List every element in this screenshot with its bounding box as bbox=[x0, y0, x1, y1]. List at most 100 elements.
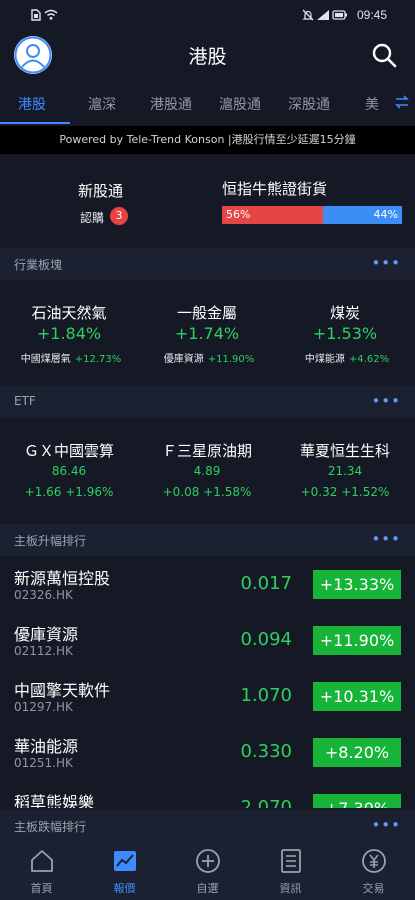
swap-arrows-icon[interactable] bbox=[393, 93, 411, 111]
stock-price: 0.017 bbox=[240, 573, 292, 594]
leading-stock: 中國煤層氣 +12.73% bbox=[8, 350, 134, 365]
etf-change-pct: +1.96% bbox=[65, 485, 114, 499]
market-tabs: 港股 滬深 港股通 滬股通 深股通 美 bbox=[0, 84, 415, 124]
stock-code: 01251.HK bbox=[14, 756, 73, 770]
change-badge: +8.20% bbox=[313, 738, 401, 767]
ipo-count-badge: 3 bbox=[110, 207, 128, 225]
change-badge: +13.33% bbox=[313, 570, 401, 599]
leading-stock: 中煤能源 +4.62% bbox=[284, 350, 410, 365]
stock-name: 稻草熊娛樂 bbox=[14, 793, 95, 808]
etf-change: +0.08 +1.58% bbox=[138, 485, 276, 499]
tab-shanghai-shenzhen[interactable]: 滬深 bbox=[88, 94, 116, 114]
etf-change-value: +1.66 bbox=[24, 485, 62, 499]
bull-segment: 56% bbox=[222, 206, 323, 224]
stock-price: 1.070 bbox=[240, 685, 292, 706]
market-summary: 新股通 認購 3 恒指牛熊證街貨 56% 44% bbox=[0, 160, 415, 246]
more-button[interactable]: ••• bbox=[371, 816, 401, 834]
etf-change-value: +0.32 bbox=[300, 485, 338, 499]
nav-label: 資訊 bbox=[279, 882, 302, 895]
etf-price: 86.46 bbox=[51, 464, 87, 478]
nav-trade[interactable]: 交易 bbox=[332, 842, 415, 900]
stock-code: 01297.HK bbox=[14, 700, 73, 714]
list-item[interactable]: 優庫資源 02112.HK 0.094 +11.90% bbox=[0, 612, 415, 668]
bottom-nav: 首頁 報價 自選 資訊 交易 bbox=[0, 842, 415, 900]
delay-notice-banner: Powered by Tele-Trend Konson |港股行情至少延遲15… bbox=[0, 126, 415, 154]
battery-icon bbox=[332, 10, 347, 20]
tab-shenzhen-connect[interactable]: 深股通 bbox=[288, 94, 330, 114]
status-bar: 09:45 bbox=[0, 0, 415, 30]
change-badge: +11.90% bbox=[313, 626, 401, 655]
industry-change: +1.84% bbox=[36, 324, 102, 343]
tab-shanghai-connect[interactable]: 滬股通 bbox=[219, 94, 261, 114]
nav-watchlist[interactable]: 自選 bbox=[166, 842, 249, 900]
bull-bear-ratio-bar[interactable]: 56% 44% bbox=[222, 206, 402, 224]
list-item[interactable]: 中國擎天軟件 01297.HK 1.070 +10.31% bbox=[0, 668, 415, 724]
change-badge: +7.30% bbox=[313, 794, 401, 808]
industry-change: +1.53% bbox=[312, 324, 378, 343]
more-button[interactable]: ••• bbox=[371, 392, 401, 410]
stock-code: 02326.HK bbox=[14, 588, 73, 602]
active-tab-indicator bbox=[0, 122, 70, 124]
leading-stock-name: 優庫資源 bbox=[163, 354, 204, 365]
leading-stock-name: 中國煤層氣 bbox=[20, 354, 71, 365]
etf-change: +1.66 +1.96% bbox=[0, 485, 138, 499]
etf-change-value: +0.08 bbox=[162, 485, 200, 499]
change-badge: +10.31% bbox=[313, 682, 401, 711]
etf-card[interactable]: ＧＸ中國雲算 86.46 +1.66 +1.96% bbox=[0, 420, 138, 520]
nav-label: 自選 bbox=[196, 882, 219, 895]
section-header-industry: 行業板塊 ••• bbox=[0, 248, 415, 280]
home-icon bbox=[31, 850, 53, 872]
etf-card[interactable]: Ｆ三星原油期 4.89 +0.08 +1.58% bbox=[138, 420, 276, 520]
etf-cards: ＧＸ中國雲算 86.46 +1.66 +1.96% Ｆ三星原油期 4.89 +0… bbox=[0, 420, 415, 520]
industry-card[interactable]: 石油天然氣 +1.84% 中國煤層氣 +12.73% bbox=[0, 282, 138, 382]
yen-coin-icon bbox=[362, 849, 386, 873]
add-circle-icon bbox=[196, 849, 220, 873]
section-title: 行業板塊 bbox=[14, 258, 63, 272]
stock-name: 新源萬恒控股 bbox=[14, 569, 111, 588]
leading-stock-change: +11.90% bbox=[207, 354, 255, 365]
nav-news[interactable]: 資訊 bbox=[249, 842, 332, 900]
section-header-losers: 主板跌幅排行 ••• bbox=[0, 810, 415, 842]
tab-hk-stocks[interactable]: 港股 bbox=[18, 94, 46, 114]
more-button[interactable]: ••• bbox=[371, 530, 401, 548]
list-item[interactable]: 新源萬恒控股 02326.HK 0.017 +13.33% bbox=[0, 556, 415, 612]
stock-name: 優庫資源 bbox=[14, 625, 79, 644]
etf-name: ＧＸ中國雲算 bbox=[23, 442, 114, 460]
wifi-icon bbox=[44, 9, 58, 20]
signal-icon bbox=[317, 10, 329, 20]
news-icon bbox=[281, 849, 301, 873]
status-time: 09:45 bbox=[356, 8, 387, 22]
search-icon bbox=[372, 43, 397, 68]
ipo-title[interactable]: 新股通 bbox=[78, 180, 123, 201]
nav-quotes[interactable]: 報價 bbox=[83, 842, 166, 900]
app-header: 港股 bbox=[0, 30, 415, 82]
industry-card[interactable]: 煤炭 +1.53% 中煤能源 +4.62% bbox=[276, 282, 414, 382]
etf-name: Ｆ三星原油期 bbox=[161, 442, 252, 460]
nav-home[interactable]: 首頁 bbox=[0, 842, 83, 900]
list-item[interactable]: 稻草熊娛樂 2.070 +7.30% bbox=[0, 780, 415, 808]
bull-percent: 56% bbox=[226, 208, 251, 221]
more-button[interactable]: ••• bbox=[371, 254, 401, 272]
stock-name: 華油能源 bbox=[14, 737, 79, 756]
section-title: 主板跌幅排行 bbox=[14, 820, 87, 834]
search-button[interactable] bbox=[371, 42, 397, 68]
leading-stock: 優庫資源 +11.90% bbox=[146, 350, 272, 365]
etf-card[interactable]: 華夏恒生生科 21.34 +0.32 +1.52% bbox=[276, 420, 414, 520]
nav-label: 首頁 bbox=[30, 882, 53, 895]
list-item[interactable]: 華油能源 01251.HK 0.330 +8.20% bbox=[0, 724, 415, 780]
industry-cards: 石油天然氣 +1.84% 中國煤層氣 +12.73% 一般金屬 +1.74% 優庫… bbox=[0, 282, 415, 382]
ipo-subscribe-label[interactable]: 認購 bbox=[80, 209, 104, 226]
tab-us-stocks[interactable]: 美 bbox=[365, 94, 379, 114]
stock-price: 0.330 bbox=[240, 741, 292, 762]
mute-bell-icon bbox=[302, 9, 314, 21]
tab-southbound-connect[interactable]: 港股通 bbox=[150, 94, 192, 114]
stock-name: 中國擎天軟件 bbox=[14, 681, 111, 700]
industry-card[interactable]: 一般金屬 +1.74% 優庫資源 +11.90% bbox=[138, 282, 276, 382]
page-title: 港股 bbox=[188, 46, 227, 68]
section-title: ETF bbox=[14, 394, 36, 408]
industry-change: +1.74% bbox=[174, 324, 240, 343]
section-title: 主板升幅排行 bbox=[14, 534, 87, 548]
leading-stock-change: +12.73% bbox=[74, 354, 122, 365]
gainers-list: 新源萬恒控股 02326.HK 0.017 +13.33% 優庫資源 02112… bbox=[0, 556, 415, 808]
bull-bear-title[interactable]: 恒指牛熊證街貨 bbox=[222, 178, 327, 199]
